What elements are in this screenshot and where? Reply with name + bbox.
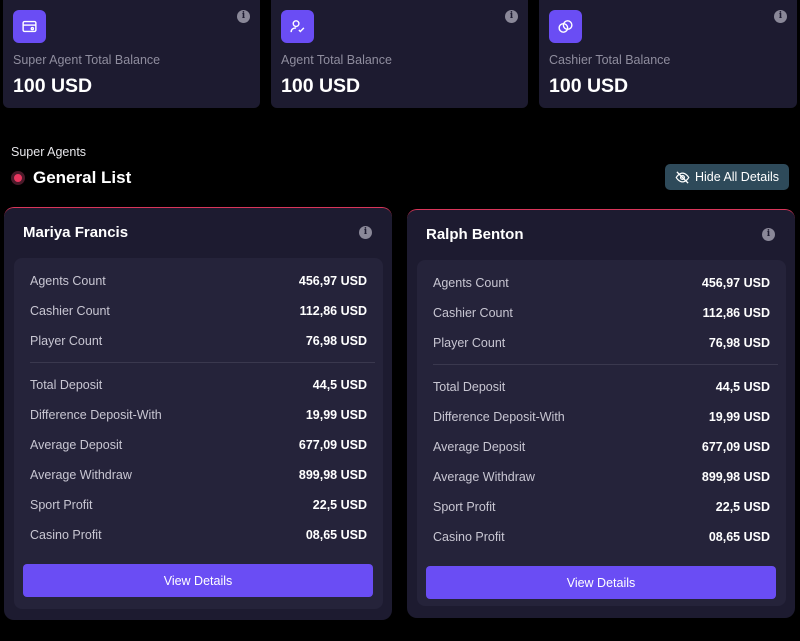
agent-name: Ralph Benton bbox=[426, 226, 524, 243]
stat-row: Casino Profit 08,65 USD bbox=[433, 527, 770, 547]
stat-row: Player Count 76,98 USD bbox=[30, 331, 367, 351]
super-agent-balance-card: i Super Agent Total Balance 100 USD bbox=[3, 0, 260, 108]
stat-row: Difference Deposit-With 19,99 USD bbox=[30, 405, 367, 425]
balance-label: Agent Total Balance bbox=[281, 53, 392, 67]
stat-value: 22,5 USD bbox=[312, 498, 367, 512]
stat-row: Total Deposit 44,5 USD bbox=[30, 375, 367, 395]
stat-label: Sport Profit bbox=[433, 500, 496, 514]
agent-balance-card: i Agent Total Balance 100 USD bbox=[271, 0, 528, 108]
info-icon[interactable]: i bbox=[762, 228, 775, 241]
stat-row: Sport Profit 22,5 USD bbox=[30, 495, 367, 515]
stat-row: Cashier Count 112,86 USD bbox=[433, 303, 770, 323]
view-details-button[interactable]: View Details bbox=[23, 564, 373, 597]
stat-label: Average Withdraw bbox=[433, 470, 535, 484]
stat-row: Agents Count 456,97 USD bbox=[30, 271, 367, 291]
user-check-icon bbox=[281, 10, 314, 43]
balance-label: Super Agent Total Balance bbox=[13, 53, 161, 67]
stat-label: Total Deposit bbox=[433, 380, 506, 394]
stat-row: Agents Count 456,97 USD bbox=[433, 273, 770, 293]
balance-value: 100 USD bbox=[13, 75, 93, 97]
stat-value: 677,09 USD bbox=[298, 438, 367, 452]
stat-label: Agents Count bbox=[433, 276, 509, 290]
stat-value: 112,86 USD bbox=[702, 306, 770, 320]
hide-all-details-button[interactable]: Hide All Details bbox=[665, 164, 789, 190]
wallet-card-icon bbox=[13, 10, 46, 43]
stat-row: Total Deposit 44,5 USD bbox=[433, 377, 770, 397]
stat-value: 456,97 USD bbox=[298, 274, 367, 288]
stat-label: Cashier Count bbox=[433, 306, 513, 320]
stat-label: Sport Profit bbox=[30, 498, 93, 512]
stat-value: 456,97 USD bbox=[701, 276, 770, 290]
stat-value: 44,5 USD bbox=[715, 380, 770, 394]
stat-label: Average Deposit bbox=[30, 438, 123, 452]
agent-card: Mariya Francis i Agents Count 456,97 USD … bbox=[4, 207, 392, 620]
agent-card: Ralph Benton i Agents Count 456,97 USD Ca… bbox=[407, 209, 795, 618]
status-dot-icon bbox=[11, 171, 25, 185]
balance-label: Cashier Total Balance bbox=[549, 53, 671, 67]
stat-value: 677,09 USD bbox=[701, 440, 770, 454]
stat-value: 76,98 USD bbox=[305, 334, 367, 348]
stat-label: Casino Profit bbox=[30, 528, 102, 542]
stat-label: Agents Count bbox=[30, 274, 106, 288]
stat-row: Cashier Count 112,86 USD bbox=[30, 301, 367, 321]
stat-value: 112,86 USD bbox=[299, 304, 367, 318]
stat-value: 899,98 USD bbox=[701, 470, 770, 484]
stat-row: Average Deposit 677,09 USD bbox=[433, 437, 770, 457]
stat-row: Average Withdraw 899,98 USD bbox=[433, 467, 770, 487]
info-icon[interactable]: i bbox=[774, 10, 787, 23]
stat-label: Cashier Count bbox=[30, 304, 110, 318]
stat-value: 08,65 USD bbox=[305, 528, 367, 542]
view-details-button[interactable]: View Details bbox=[426, 566, 776, 599]
stat-value: 44,5 USD bbox=[312, 378, 367, 392]
stat-value: 08,65 USD bbox=[708, 530, 770, 544]
stat-value: 899,98 USD bbox=[298, 468, 367, 482]
stat-value: 19,99 USD bbox=[305, 408, 367, 422]
stat-value: 76,98 USD bbox=[708, 336, 770, 350]
eye-off-icon bbox=[675, 170, 690, 184]
section-label: Super Agents bbox=[11, 145, 87, 159]
stat-value: 22,5 USD bbox=[715, 500, 770, 514]
hide-all-details-label: Hide All Details bbox=[694, 170, 780, 184]
agent-name: Mariya Francis bbox=[23, 224, 129, 241]
info-icon[interactable]: i bbox=[359, 226, 372, 239]
stat-label: Total Deposit bbox=[30, 378, 103, 392]
cashier-balance-card: i Cashier Total Balance 100 USD bbox=[539, 0, 797, 108]
list-title: General List bbox=[33, 168, 132, 187]
coins-icon bbox=[549, 10, 582, 43]
stat-label: Player Count bbox=[30, 334, 103, 348]
stat-label: Player Count bbox=[433, 336, 506, 350]
list-heading: General List bbox=[11, 168, 131, 188]
stat-label: Average Withdraw bbox=[30, 468, 132, 482]
agent-stats-panel: Agents Count 456,97 USD Cashier Count 112,… bbox=[417, 260, 786, 606]
balance-value: 100 USD bbox=[281, 75, 361, 97]
stat-label: Casino Profit bbox=[433, 530, 505, 544]
stat-row: Difference Deposit-With 19,99 USD bbox=[433, 407, 770, 427]
info-icon[interactable]: i bbox=[505, 10, 518, 23]
balance-value: 100 USD bbox=[549, 75, 629, 97]
stat-row: Average Withdraw 899,98 USD bbox=[30, 465, 367, 485]
stat-label: Average Deposit bbox=[433, 440, 526, 454]
agent-stats-panel: Agents Count 456,97 USD Cashier Count 112,… bbox=[14, 258, 383, 609]
stat-value: 19,99 USD bbox=[708, 410, 770, 424]
stat-label: Difference Deposit-With bbox=[30, 408, 162, 422]
divider bbox=[30, 362, 375, 363]
stat-row: Player Count 76,98 USD bbox=[433, 333, 770, 353]
stat-label: Difference Deposit-With bbox=[433, 410, 565, 424]
info-icon[interactable]: i bbox=[237, 10, 250, 23]
divider bbox=[433, 364, 778, 365]
stat-row: Sport Profit 22,5 USD bbox=[433, 497, 770, 517]
stat-row: Casino Profit 08,65 USD bbox=[30, 525, 367, 545]
stat-row: Average Deposit 677,09 USD bbox=[30, 435, 367, 455]
